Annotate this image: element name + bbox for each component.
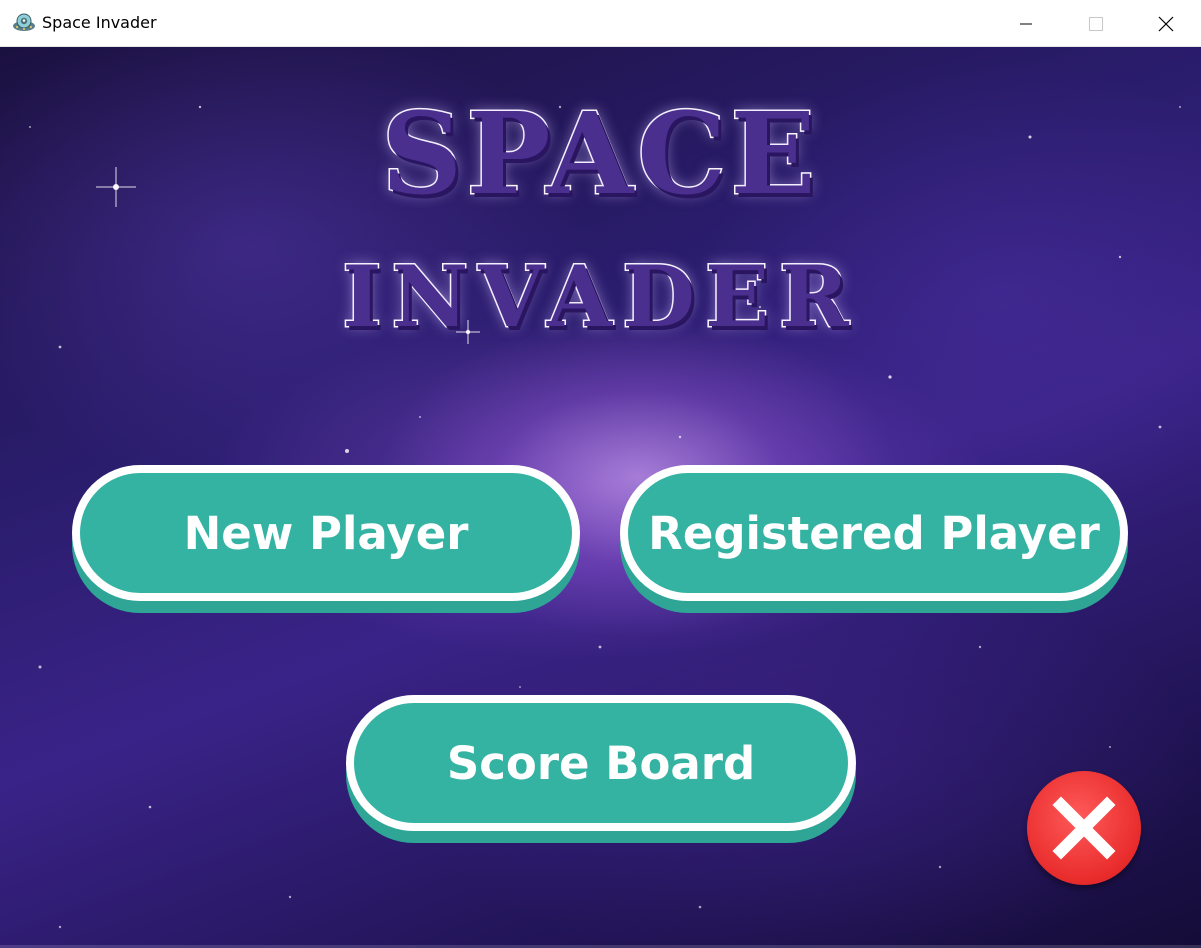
registered-player-label: Registered Player [648, 506, 1100, 560]
maximize-icon [1089, 16, 1103, 31]
score-board-label: Score Board [446, 736, 756, 790]
new-player-label: New Player [183, 506, 469, 560]
window-titlebar[interactable]: Space Invader [0, 0, 1201, 47]
maximize-button[interactable] [1061, 0, 1131, 47]
game-menu-canvas: SPACE INVADER New Player Registered Play… [0, 47, 1201, 948]
window-title: Space Invader [42, 13, 157, 32]
game-title-space: SPACE [380, 88, 820, 222]
exit-game-button[interactable] [1027, 771, 1141, 885]
red-x-icon [1052, 796, 1116, 860]
minimize-icon [1020, 23, 1032, 24]
close-icon [1158, 16, 1174, 31]
registered-player-button[interactable]: Registered Player [620, 465, 1128, 601]
score-board-button[interactable]: Score Board [346, 695, 856, 831]
minimize-button[interactable] [991, 0, 1061, 47]
game-title-invader: INVADER [341, 246, 859, 348]
alien-ufo-icon [13, 13, 35, 31]
close-window-button[interactable] [1131, 0, 1201, 47]
new-player-button[interactable]: New Player [72, 465, 580, 601]
